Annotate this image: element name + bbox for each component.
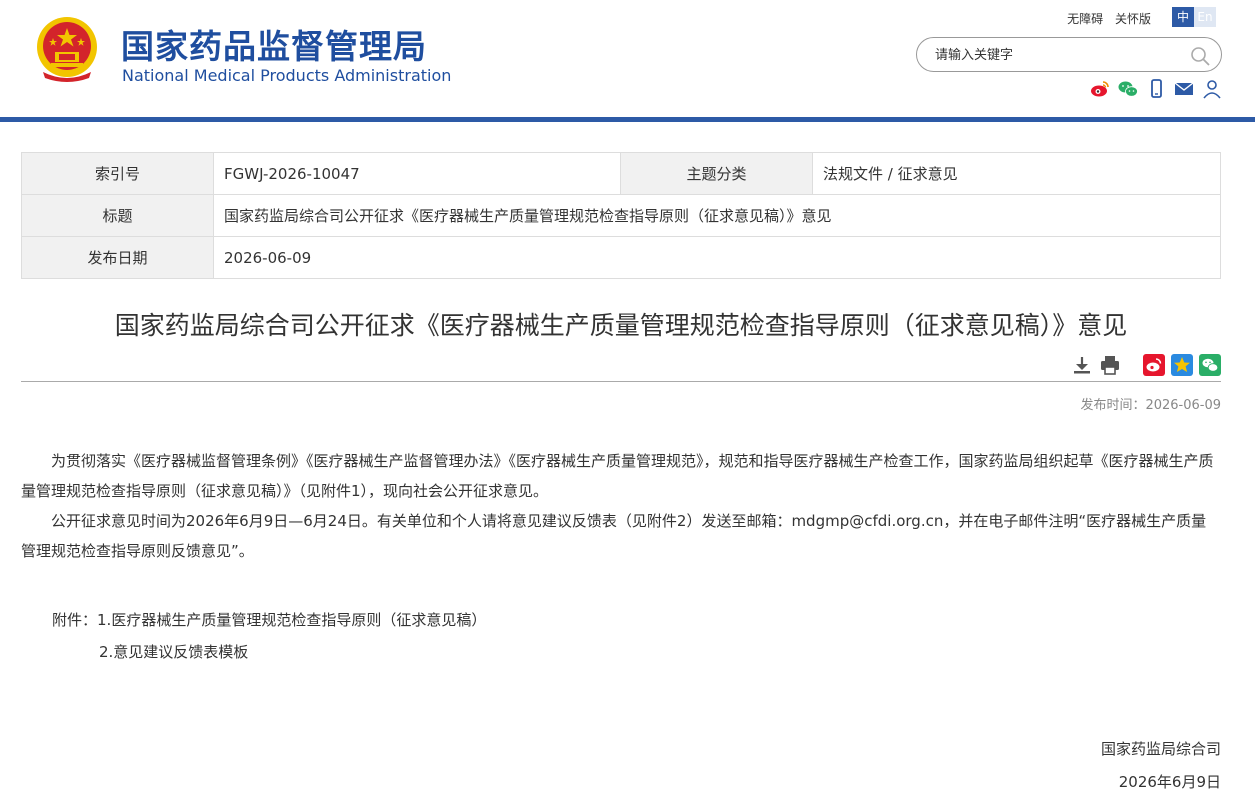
attachment-link-2[interactable]: 2.意见建议反馈表模板 xyxy=(99,643,248,661)
table-row: 索引号 FGWJ-2026-10047 主题分类 法规文件 / 征求意见 xyxy=(21,152,1221,195)
site-title-cn[interactable]: 国家药品监督管理局 xyxy=(121,20,427,68)
date-label: 发布日期 xyxy=(21,236,214,279)
topic-label: 主题分类 xyxy=(620,152,813,195)
accessibility-link[interactable]: 无障碍 xyxy=(1067,12,1103,26)
index-label: 索引号 xyxy=(21,152,214,195)
weibo-icon[interactable] xyxy=(1089,79,1111,99)
signature-org: 国家药监局综合司 xyxy=(1100,740,1221,758)
mobile-icon[interactable] xyxy=(1145,79,1167,99)
tool-spacer xyxy=(1127,354,1137,376)
article-tools xyxy=(1071,354,1221,376)
share-weibo-icon[interactable] xyxy=(1143,354,1165,376)
article-body: 为贯彻落实《医疗器械监督管理条例》《医疗器械生产监督管理办法》《医疗器械生产质量… xyxy=(21,446,1221,566)
print-icon[interactable] xyxy=(1099,354,1121,376)
date-value: 2026-06-09 xyxy=(213,236,1221,279)
share-favorite-icon[interactable] xyxy=(1171,354,1193,376)
social-links xyxy=(1089,79,1223,99)
paragraph-2: 公开征求意见时间为2026年6月9日—6月24日。有关单位和个人请将意见建议反馈… xyxy=(21,512,1207,560)
document-info-table: 索引号 FGWJ-2026-10047 主题分类 法规文件 / 征求意见 标题 … xyxy=(21,152,1221,279)
signature-date: 2026年6月9日 xyxy=(1118,773,1221,791)
title-value: 国家药监局综合司公开征求《医疗器械生产质量管理规范检查指导原则（征求意见稿）》意… xyxy=(213,194,1221,237)
signature-block: 国家药监局综合司 2026年6月9日 xyxy=(1101,733,1221,799)
search-box xyxy=(916,37,1222,72)
table-row: 标题 国家药监局综合司公开征求《医疗器械生产质量管理规范检查指导原则（征求意见稿… xyxy=(21,194,1221,237)
lang-zh-button[interactable]: 中 xyxy=(1172,7,1194,27)
header-divider-bar xyxy=(0,117,1255,122)
attachments-label: 附件： xyxy=(52,611,98,629)
search-icon[interactable] xyxy=(1189,45,1211,67)
attachments-list: 附件：1.医疗器械生产质量管理规范检查指导原则（征求意见稿） 2.意见建议反馈表… xyxy=(52,604,486,668)
index-value: FGWJ-2026-10047 xyxy=(213,152,621,195)
care-mode-link[interactable]: 关怀版 xyxy=(1115,12,1151,26)
search-input[interactable] xyxy=(935,45,1175,65)
publish-time: 发布时间：2026-06-09 xyxy=(1080,398,1221,413)
share-wechat-icon[interactable] xyxy=(1199,354,1221,376)
user-icon[interactable] xyxy=(1201,79,1223,99)
lang-en-button[interactable]: En xyxy=(1194,7,1216,27)
site-header: 国家药品监督管理局 National Medical Products Admi… xyxy=(0,0,1255,117)
national-emblem-icon xyxy=(37,17,97,82)
top-links: 无障碍 关怀版 xyxy=(1059,10,1151,27)
download-icon[interactable] xyxy=(1071,354,1093,376)
topic-value: 法规文件 / 征求意见 xyxy=(812,152,1221,195)
table-row: 发布日期 2026-06-09 xyxy=(21,236,1221,279)
language-switch: 中 En xyxy=(1172,7,1216,27)
paragraph-1: 为贯彻落实《医疗器械监督管理条例》《医疗器械生产监督管理办法》《医疗器械生产质量… xyxy=(21,452,1214,500)
title-divider xyxy=(21,381,1221,382)
wechat-icon[interactable] xyxy=(1117,79,1139,99)
article-title: 国家药监局综合司公开征求《医疗器械生产质量管理规范检查指导原则（征求意见稿）》意… xyxy=(114,311,1128,340)
title-label: 标题 xyxy=(21,194,214,237)
site-title-en[interactable]: National Medical Products Administration xyxy=(122,66,451,85)
mail-icon[interactable] xyxy=(1173,79,1195,99)
attachment-link-1[interactable]: 1.医疗器械生产质量管理规范检查指导原则（征求意见稿） xyxy=(97,611,486,629)
